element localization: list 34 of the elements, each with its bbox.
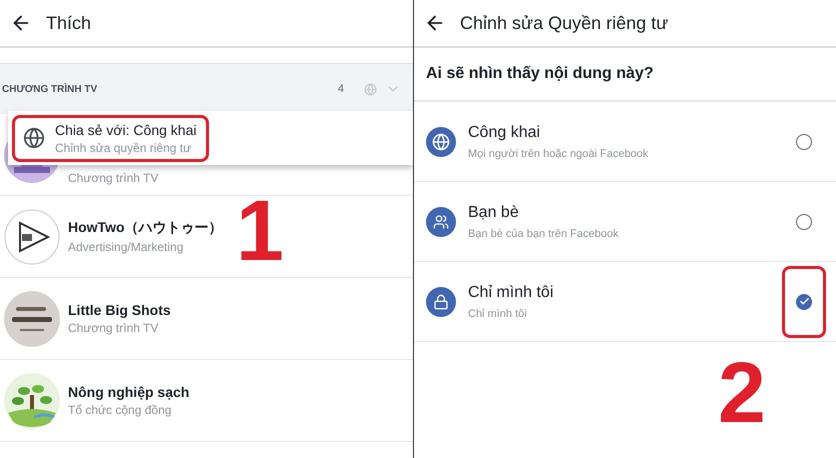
share-privacy-option[interactable]: Chia sẻ với: Công khai Chỉnh sửa quyền riêng tư [12,114,210,162]
lock-icon [426,286,456,316]
option-label: Chỉ mình tôi [468,284,554,302]
radio-button[interactable] [796,294,812,310]
screen-title: Chỉnh sửa Quyền riêng tư [460,12,668,34]
screen-title: Thích [46,12,92,34]
page-category: Tổ chức cộng đồng [68,403,172,417]
question-heading: Ai sẽ nhìn thấy nội dung này? [426,65,654,83]
privacy-option[interactable]: Công khai Mọi người trên hoặc ngoài Facebook [414,102,836,182]
people-icon [426,206,456,236]
radio-button[interactable] [796,134,812,150]
globe-icon [426,126,456,156]
step-number: 1 [236,188,284,274]
page-name: Little Big Shots [68,302,171,318]
privacy-option[interactable]: Bạn bè Bạn bè của bạn trên Facebook [414,182,836,262]
option-label: Công khai [468,124,542,142]
globe-icon [23,127,45,149]
page-category: Chương trình TV [68,321,160,335]
option-description: Chỉ mình tôi [468,308,528,320]
section-count: 4 [338,83,344,95]
option-label: Bạn bè [468,204,520,222]
section-title: CHƯƠNG TRÌNH TV [2,84,98,94]
share-subtitle: Chỉnh sửa quyền riêng tư [55,140,192,154]
option-description: Mọi người trên hoặc ngoài Facebook [468,148,650,160]
check-icon [798,296,810,307]
radio-button[interactable] [796,214,812,230]
step-number: 2 [718,350,766,436]
option-description: Bạn bè của bạn trên Facebook [468,228,620,240]
share-title: Chia sẻ với: Công khai [55,122,196,138]
privacy-option[interactable]: Chỉ mình tôi Chỉ mình tôi [414,262,836,342]
page-name: HowTwo（ハウトゥー） [68,219,223,237]
page-category: Advertising/Marketing [68,240,184,254]
page-name: Nông nghiệp sạch [68,384,190,400]
page-category: Chương trình TV [68,170,158,184]
